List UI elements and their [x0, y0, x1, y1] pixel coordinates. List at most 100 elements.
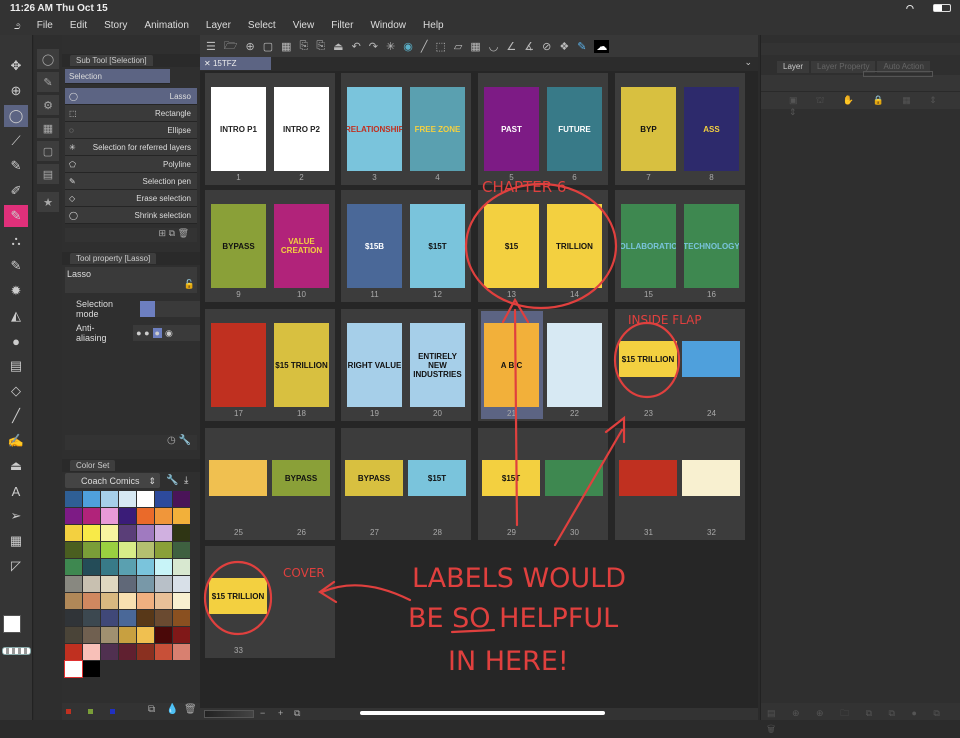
reset-icon[interactable]: ◷: [167, 435, 176, 446]
airbrush-tool-icon[interactable]: ⛬: [4, 230, 28, 252]
color-swatch[interactable]: [101, 559, 118, 575]
color-swatch[interactable]: [119, 508, 136, 524]
color-swatch[interactable]: [155, 576, 172, 592]
line-tool-icon[interactable]: ╱: [4, 405, 28, 427]
pen-tool-icon[interactable]: ✎: [4, 155, 28, 177]
opacity-slider[interactable]: [863, 71, 933, 77]
page-spread[interactable]: COLLABORATION 15 TECHNOLOGY 16: [615, 190, 745, 302]
page-thumbnail[interactable]: INTRO P1: [211, 87, 266, 171]
sub-tool-item[interactable]: ◯ Lasso: [65, 88, 197, 105]
page-thumbnail[interactable]: $15 TRILLION: [209, 578, 267, 614]
color-set-settings-icon[interactable]: 🔧: [166, 475, 178, 486]
home-indicator[interactable]: [360, 711, 605, 715]
sub-tool-item[interactable]: ◯ Shrink selection: [65, 207, 197, 224]
page-thumbnail[interactable]: [682, 460, 740, 496]
page-spread[interactable]: PAST 5 FUTURE 6: [478, 73, 608, 185]
page-spread[interactable]: $15T 29 30: [478, 428, 608, 540]
color-swatch[interactable]: [137, 593, 154, 609]
anti-aliasing-control[interactable]: ● ● ● ◉: [133, 325, 200, 341]
eraser-tool-icon[interactable]: ◇: [4, 380, 28, 402]
color-swatch[interactable]: [137, 627, 154, 643]
color-swatch[interactable]: [155, 542, 172, 558]
color-swatch[interactable]: [65, 508, 82, 524]
sub-tool-item[interactable]: ◌ Ellipse: [65, 122, 197, 139]
color-swatch[interactable]: [155, 508, 172, 524]
blend-tool-icon[interactable]: ✹: [4, 280, 28, 302]
color-swatch[interactable]: [173, 508, 190, 524]
ruler-shape-tool-icon[interactable]: ◸: [4, 555, 28, 577]
color-swatch[interactable]: [101, 610, 118, 626]
color-swatch[interactable]: [137, 542, 154, 558]
color-swatch[interactable]: [83, 576, 100, 592]
color-swatch[interactable]: [83, 661, 100, 677]
page-thumbnail[interactable]: INTRO P2: [274, 87, 329, 171]
page-thumbnail[interactable]: BYPASS: [345, 460, 403, 496]
menu-edit[interactable]: Edit: [70, 20, 87, 31]
page-thumbnail[interactable]: VALUE CREATION: [274, 204, 329, 288]
operation-tool-icon[interactable]: ⊕: [4, 80, 28, 102]
page-thumbnail[interactable]: $15T: [408, 460, 466, 496]
color-swatch[interactable]: [65, 644, 82, 660]
page-thumbnail[interactable]: [547, 323, 602, 407]
sub-tool-item[interactable]: ✳ Selection for referred layers: [65, 139, 197, 156]
color-swatch[interactable]: [137, 559, 154, 575]
color-swatch[interactable]: [65, 491, 82, 507]
page-thumbnail[interactable]: $15T: [482, 460, 540, 496]
color-swatch[interactable]: [101, 508, 118, 524]
ruler-tool-icon[interactable]: ⏏: [4, 455, 28, 477]
color-swatch[interactable]: [173, 593, 190, 609]
menu-filter[interactable]: Filter: [331, 20, 353, 31]
color-swatch[interactable]: [119, 525, 136, 541]
page-spread[interactable]: $15 TRILLION 23 24: [615, 309, 745, 421]
page-thumbnail[interactable]: TECHNOLOGY: [684, 204, 739, 288]
color-swatch[interactable]: [155, 525, 172, 541]
color-swatch[interactable]: [101, 491, 118, 507]
color-swatch[interactable]: [155, 644, 172, 660]
tool-property-tab[interactable]: Tool property [Lasso]: [70, 253, 157, 264]
sub-tool-tab[interactable]: Sub Tool [Selection]: [70, 55, 153, 66]
color-swatch[interactable]: [83, 508, 100, 524]
page-thumbnail[interactable]: [211, 323, 266, 407]
page-spread[interactable]: RIGHT VALUE 19 ENTIRELY NEW INDUSTRIES 20: [341, 309, 471, 421]
color-swatch[interactable]: [173, 610, 190, 626]
page-thumbnail[interactable]: FUTURE: [547, 87, 602, 171]
sub-tool-item[interactable]: ◇ Erase selection: [65, 190, 197, 207]
balloon-tool-icon[interactable]: ➢: [4, 505, 28, 527]
menu-story[interactable]: Story: [104, 20, 127, 31]
color-swatch[interactable]: [64, 660, 83, 678]
color-swatch[interactable]: [101, 542, 118, 558]
color-swatch[interactable]: [101, 627, 118, 643]
replace-color-icon[interactable]: ⧉: [148, 704, 155, 715]
brush-tool-icon[interactable]: ✎: [4, 205, 28, 227]
page-thumbnail[interactable]: A B C: [484, 323, 539, 407]
color-swatch[interactable]: [83, 559, 100, 575]
color-swatch[interactable]: [173, 627, 190, 643]
color-swatch[interactable]: [173, 525, 190, 541]
page-thumbnail[interactable]: $15T: [410, 204, 465, 288]
color-swatch[interactable]: [173, 644, 190, 660]
page-spread[interactable]: $15B 11 $15T 12: [341, 190, 471, 302]
page-thumbnail[interactable]: [545, 460, 603, 496]
page-thumbnail[interactable]: BYP: [621, 87, 676, 171]
page-spread[interactable]: BYPASS 9 VALUE CREATION 10: [205, 190, 335, 302]
frame-tool-icon[interactable]: ▦: [4, 530, 28, 552]
page-spread[interactable]: RELATIONSHIP 3 FREE ZONE 4: [341, 73, 471, 185]
color-set-tab[interactable]: Color Set: [70, 460, 116, 471]
color-swatch[interactable]: [101, 525, 118, 541]
color-swatch[interactable]: [155, 491, 172, 507]
color-swatch[interactable]: [137, 491, 154, 507]
zoom-slider[interactable]: [204, 710, 254, 718]
menu-layer[interactable]: Layer: [206, 20, 231, 31]
page-thumbnail[interactable]: [682, 341, 740, 377]
color-swatch[interactable]: [173, 559, 190, 575]
sub-tool-item[interactable]: ✎ Selection pen: [65, 173, 197, 190]
color-swatch[interactable]: [83, 491, 100, 507]
color-swatch[interactable]: [119, 559, 136, 575]
copy-icon[interactable]: ⧉: [169, 228, 175, 238]
color-swatch[interactable]: [137, 610, 154, 626]
color-swatch[interactable]: [83, 542, 100, 558]
color-set-dropdown[interactable]: Coach Comics ⇕: [65, 473, 160, 488]
page-thumbnail[interactable]: RIGHT VALUE: [347, 323, 402, 407]
color-swatch[interactable]: [119, 542, 136, 558]
sub-tool-item[interactable]: ⬠ Polyline: [65, 156, 197, 173]
